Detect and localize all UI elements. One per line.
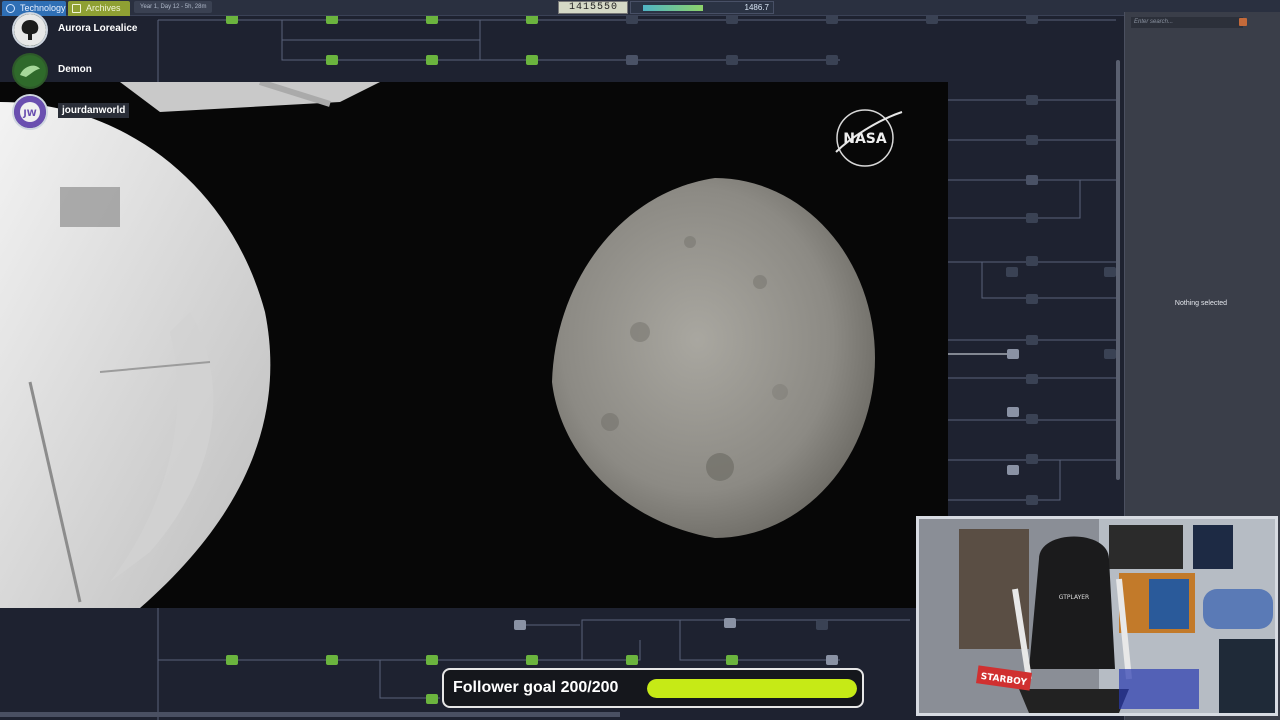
nasa-logo: NASA	[835, 109, 903, 167]
gear-icon	[6, 4, 15, 13]
video-frame: NASA	[0, 82, 903, 608]
follower-name: Aurora Lorealice	[58, 23, 138, 34]
tree-avatar	[12, 12, 48, 48]
resource-stats: 1486.7	[630, 1, 774, 14]
tab-archives[interactable]: Archives	[68, 1, 130, 16]
follower-name: jourdanworld	[58, 103, 130, 118]
dragon-avatar	[12, 53, 48, 89]
nasa-logo-text: NASA	[843, 131, 887, 147]
jw-avatar: JW	[12, 94, 48, 130]
funds-counter: 1415550	[558, 1, 628, 14]
webcam-scene: GTPLAYER STARBOY	[919, 519, 1275, 713]
game-date: Year 1, Day 12 - 5h, 28m	[134, 1, 212, 13]
search-input[interactable]: Enter search...	[1131, 17, 1243, 28]
spacecraft-hull	[0, 82, 380, 608]
tree-horizontal-scrollbar[interactable]	[0, 712, 620, 717]
webcam-feed: GTPLAYER STARBOY	[916, 516, 1278, 716]
follower-goal-track	[647, 679, 857, 698]
search-clear-button[interactable]	[1239, 18, 1247, 26]
chair-brand-text: GTPLAYER	[1059, 594, 1089, 601]
tab-archives-label: Archives	[86, 3, 121, 13]
moon	[552, 178, 875, 538]
reputation-bar	[643, 5, 703, 11]
follower-goal-progress	[647, 679, 857, 698]
moon-video-feed: NASA	[0, 82, 948, 608]
tree-vertical-scrollbar[interactable]	[1116, 60, 1120, 480]
science-value: 1486.7	[744, 3, 769, 12]
empty-selection-text: Nothing selected	[1174, 300, 1228, 307]
stream-screen: Technology Archives Year 1, Day 12 - 5h,…	[0, 0, 1280, 720]
follower-name: Demon	[58, 64, 92, 75]
follower-goal-label: Follower goal 200/200	[453, 679, 619, 696]
archive-icon	[72, 4, 81, 13]
svg-text:JW: JW	[22, 109, 36, 119]
top-bar: Technology Archives Year 1, Day 12 - 5h,…	[0, 0, 1280, 16]
follower-goal-widget: Follower goal 200/200	[442, 668, 864, 708]
